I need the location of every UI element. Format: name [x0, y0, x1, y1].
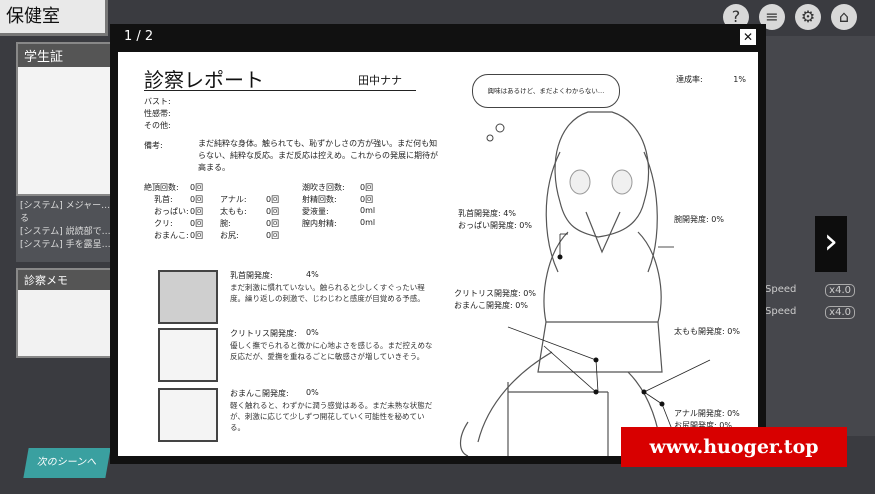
clit-thumbnail: [158, 328, 218, 382]
development-row-pussy: おまんこ開発度: 0% 軽く触れると、わずかに潤う感覚はある。まだ未熟な状態だが…: [158, 388, 440, 446]
patient-name: 田中ナナ: [358, 74, 402, 87]
count-row: おまんこ: 0回 お尻: 0回: [154, 231, 280, 240]
arm-label: 腕開発度: 0%: [674, 215, 724, 224]
nipple-label: 乳首開発度: 4%: [458, 209, 516, 218]
remark-text: まだ純粋な身体。触られても、恥ずかしさの方が強い。まだ何も知らない、純粋な反応。…: [198, 139, 438, 172]
speed-label: Speed: [765, 306, 797, 317]
report-paper: 診察レポート 田中ナナ バスト: 性感帯: その他: 備考: まだ純粋な身体。触…: [118, 52, 758, 457]
report-fields: バスト: 性感帯: その他:: [144, 96, 171, 132]
breast-label: おっぱい開発度: 0%: [458, 221, 532, 230]
home-icon[interactable]: ⌂: [831, 4, 857, 30]
speed-row[interactable]: Speed x4.0: [765, 284, 855, 297]
page-indicator: 1 / 2: [124, 29, 154, 44]
thigh-label: 太もも開発度: 0%: [674, 327, 740, 336]
speed-row[interactable]: Speed x4.0: [765, 306, 855, 319]
field-bust: バスト:: [144, 97, 171, 106]
log-line: [システム] 手を露呈…: [20, 240, 111, 250]
development-row-clit: クリトリス開発度: 0% 優しく撫でられると微かに心地よさを感じる。まだ控えめな…: [158, 328, 440, 386]
anal-label: アナル開発度: 0%: [674, 409, 740, 418]
speed-value[interactable]: x4.0: [825, 306, 855, 319]
gear-icon[interactable]: ⚙: [795, 4, 821, 30]
log-line: る: [20, 214, 30, 224]
log-line: [システム] メジャー…: [20, 201, 111, 211]
nipple-thumbnail: [158, 270, 218, 324]
chevron-right-icon[interactable]: ›: [815, 216, 847, 272]
remark-label: 備考:: [144, 141, 163, 150]
close-icon[interactable]: ✕: [740, 29, 756, 45]
memo-title: 診察メモ: [18, 270, 116, 290]
exam-memo: 診察メモ: [16, 268, 118, 358]
title-underline: [144, 90, 416, 91]
field-erogenous: 性感帯:: [144, 109, 171, 118]
pussy-label: おまんこ開発度: 0%: [454, 301, 528, 310]
pussy-thumbnail: [158, 388, 218, 442]
speed-value[interactable]: x4.0: [825, 284, 855, 297]
system-log: [システム] メジャー… る [システム] 説読部で… [システム] 手を露呈…: [16, 196, 118, 262]
character-sketch: [459, 111, 711, 457]
student-card-title: 学生証: [18, 44, 120, 67]
count-row: クリ: 0回 腕: 0回 膣内射精: 0ml: [154, 218, 376, 228]
thought-bubble: 興味はあるけど、まだよくわからない…: [472, 74, 620, 108]
count-table: 絶頂回数: 0回 潮吹き回数: 0回 乳首: 0回 アナル: 0回 射精回数: 0回 おっ…: [144, 182, 390, 242]
field-other: その他:: [144, 121, 171, 130]
room-title: 保健室: [0, 0, 108, 36]
log-line: [システム] 説読部で…: [20, 227, 111, 237]
speed-label: Speed: [765, 284, 797, 295]
report-modal: 1 / 2 ✕ 診察レポート 田中ナナ バスト: 性感帯: その他: 備考: ま…: [110, 24, 766, 464]
student-card: 学生証: [16, 42, 122, 196]
count-row: 絶頂回数: 0回 潮吹き回数: 0回: [144, 183, 374, 192]
clit-label: クリトリス開発度: 0%: [454, 289, 536, 298]
next-scene-button[interactable]: 次のシーンへ: [23, 448, 111, 478]
character-diagram: 興味はあるけど、まだよくわからない… 達成率: 1% 乳首開発度: 4% おっぱ…: [448, 52, 758, 457]
development-row-nipple: 乳首開発度: 4% まだ刺激に慣れていない。触られると少しくすぐったい程度。繰り…: [158, 270, 440, 328]
count-row: 乳首: 0回 アナル: 0回 射精回数: 0回: [154, 195, 374, 204]
count-row: おっぱい: 0回 太もも: 0回 愛液量: 0ml: [154, 206, 376, 216]
watermark: www.huoger.top: [621, 427, 847, 467]
report-title: 診察レポート: [144, 68, 264, 92]
achievement-rate: 達成率: 1%: [676, 75, 746, 84]
